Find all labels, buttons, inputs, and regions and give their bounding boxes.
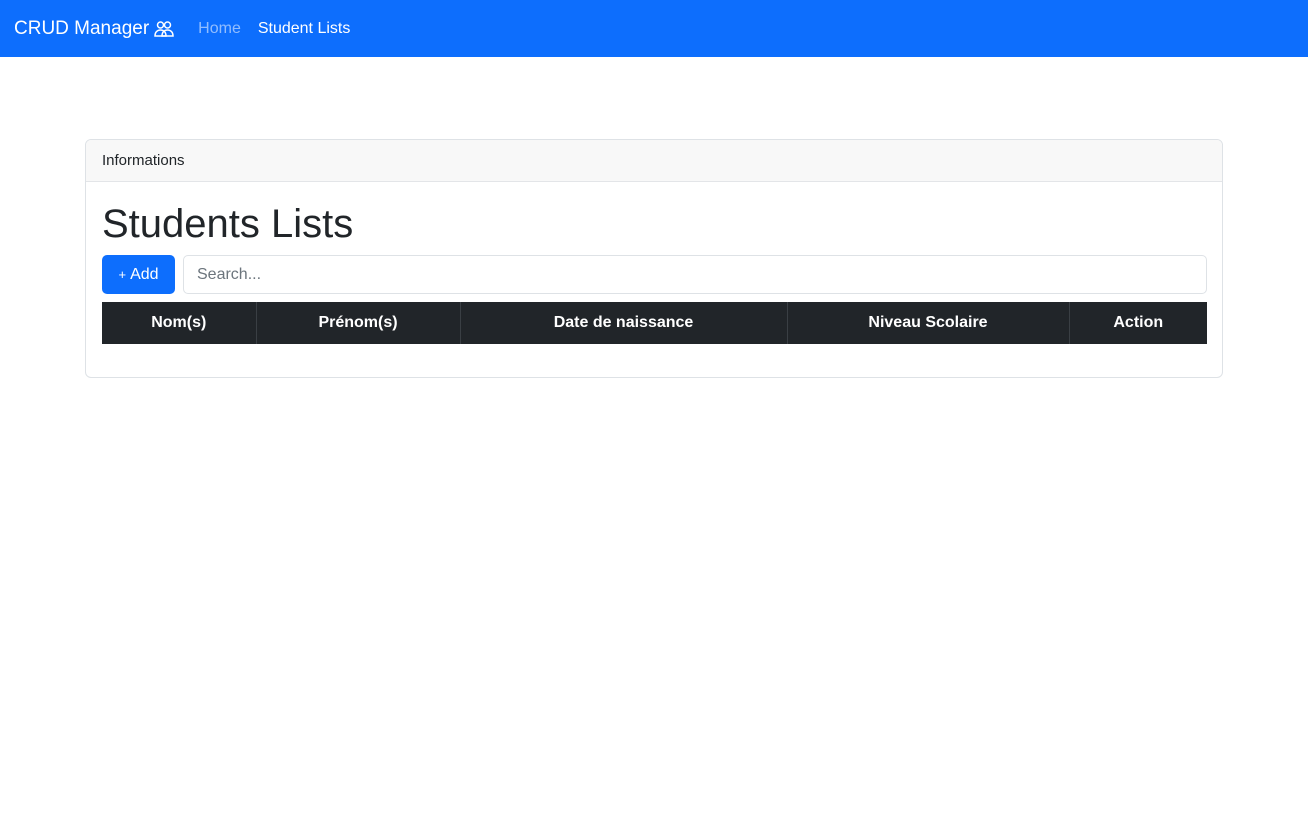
- column-header-date-de-naissance: Date de naissance: [460, 302, 788, 344]
- add-button[interactable]: + Add: [102, 255, 175, 294]
- nav-link-student-lists[interactable]: Student Lists: [258, 20, 351, 38]
- column-header-action: Action: [1069, 302, 1207, 344]
- column-header-prenom: Prénom(s): [256, 302, 461, 344]
- students-table: Nom(s) Prénom(s) Date de naissance Nivea…: [102, 302, 1207, 344]
- plus-icon: +: [118, 267, 127, 282]
- navbar: CRUD Manager Home Student Lists: [0, 0, 1308, 57]
- brand-label: CRUD Manager: [14, 17, 150, 39]
- add-button-label: Add: [130, 265, 159, 283]
- information-card: Informations Students Lists + Add Nom(s)…: [85, 139, 1223, 378]
- nav-link-home[interactable]: Home: [198, 20, 241, 38]
- people-icon: [154, 19, 174, 39]
- column-header-niveau-scolaire: Niveau Scolaire: [787, 302, 1070, 344]
- page-title: Students Lists: [102, 202, 354, 246]
- search-input[interactable]: [183, 255, 1207, 294]
- card-header: Informations: [86, 140, 1222, 182]
- column-header-nom: Nom(s): [102, 302, 257, 344]
- brand-link[interactable]: CRUD Manager: [14, 18, 174, 40]
- table-header-row: Nom(s) Prénom(s) Date de naissance Nivea…: [102, 302, 1207, 344]
